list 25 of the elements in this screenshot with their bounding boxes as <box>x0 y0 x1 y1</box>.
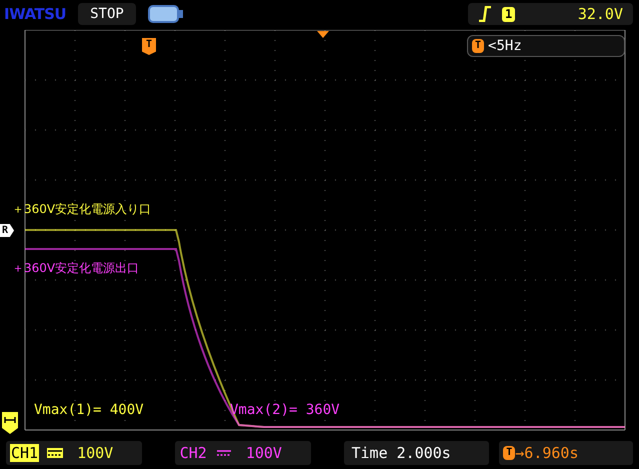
trigger-offset: →6.960s <box>515 444 578 462</box>
channel-name: CH2 <box>178 444 208 462</box>
channel-panel[interactable]: CH1 100V <box>6 441 142 465</box>
trace-label: ＋360V安定化電源入り口 <box>12 201 152 218</box>
dc-coupling-icon <box>47 448 64 458</box>
timebase: Time 2.000s <box>352 444 451 462</box>
brand-logo: IWATSU <box>4 5 66 23</box>
channel-name: CH1 <box>10 444 40 462</box>
dc-coupling-icon <box>216 448 232 458</box>
trigger-level: 32.0V <box>578 5 623 23</box>
channel-panel[interactable]: CH2 100V <box>174 441 310 465</box>
channel-scale: 100V <box>246 444 282 462</box>
rising-edge-icon <box>478 6 492 22</box>
trigger-channel: 1 <box>502 6 516 22</box>
reference-marker: R <box>0 224 14 237</box>
run-state[interactable]: STOP <box>78 3 136 25</box>
battery-icon <box>148 4 184 24</box>
trigger-marker: T <box>142 38 156 55</box>
trigger-position-icon <box>317 31 329 38</box>
measurement: Vmax(1)= 400V <box>34 402 144 418</box>
frequency-value: <5Hz <box>488 38 522 54</box>
channel-scale: 100V <box>77 444 114 462</box>
trigger-badge: T <box>472 39 484 53</box>
trigger-badge: T <box>503 446 516 460</box>
trace-label: ＋360V安定化電源出口 <box>12 260 140 277</box>
